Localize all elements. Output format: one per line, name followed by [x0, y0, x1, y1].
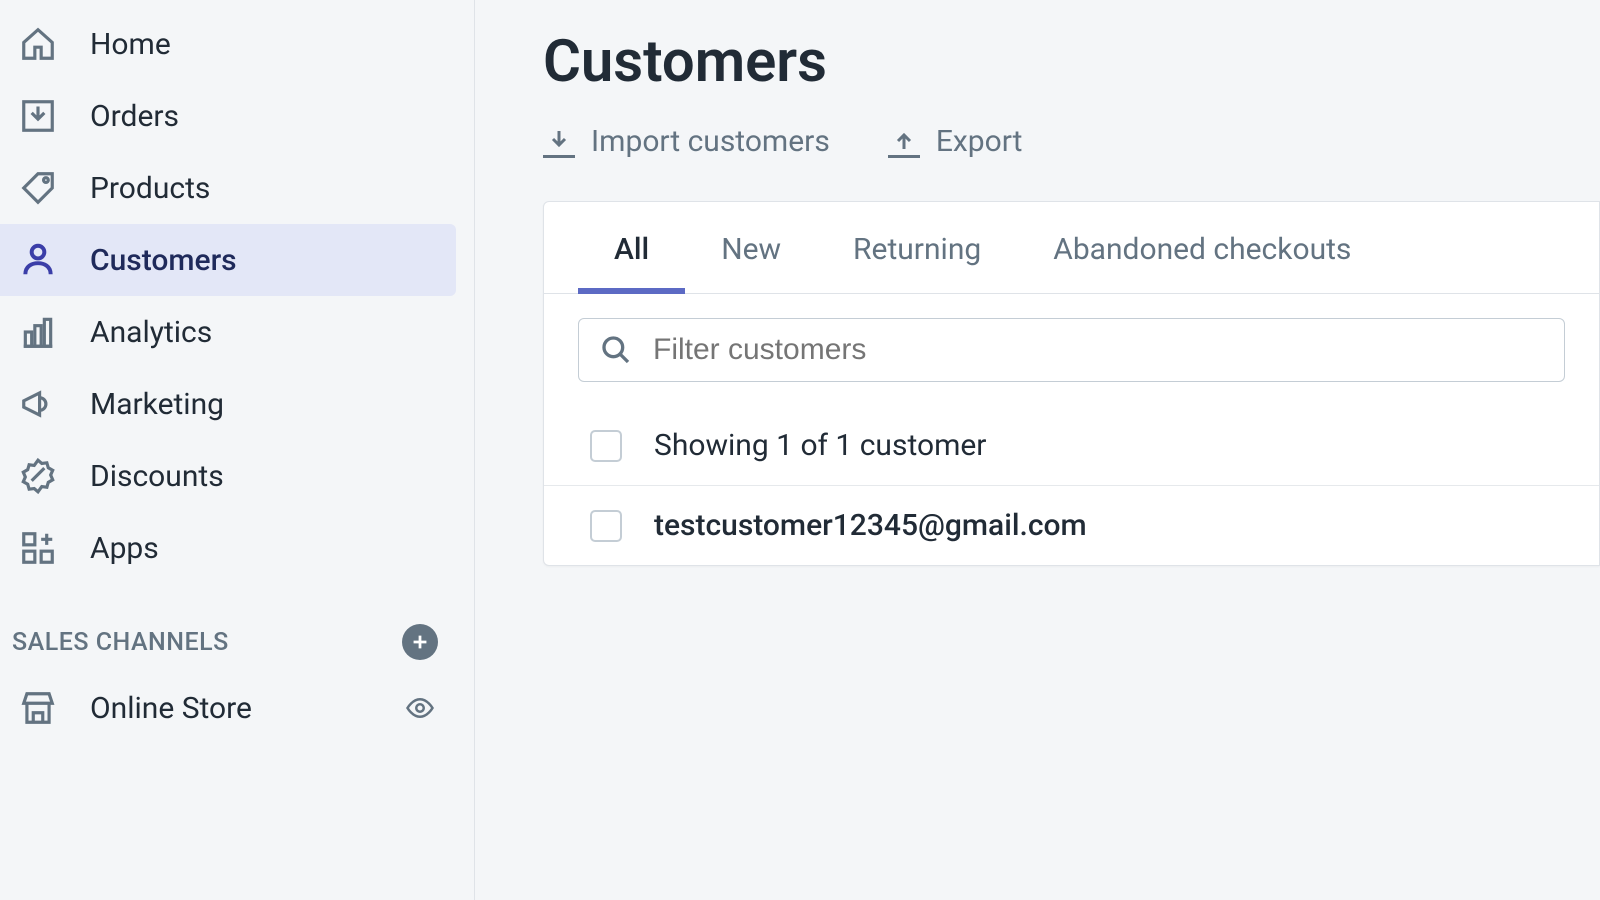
discount-icon: [18, 456, 58, 496]
view-store-button[interactable]: [402, 690, 438, 726]
sidebar-item-apps[interactable]: Apps: [0, 512, 456, 584]
tab-new[interactable]: New: [685, 202, 817, 293]
orders-icon: [18, 96, 58, 136]
main-content: Customers Import customers Export All Ne…: [475, 0, 1600, 900]
megaphone-icon: [18, 384, 58, 424]
import-customers-button[interactable]: Import customers: [543, 124, 830, 159]
sidebar-item-label: Apps: [90, 531, 159, 566]
sidebar-item-discounts[interactable]: Discounts: [0, 440, 456, 512]
add-channel-button[interactable]: [402, 624, 438, 660]
filter-row: [544, 294, 1599, 406]
channel-item-label: Online Store: [90, 691, 402, 726]
page-title: Customers: [543, 28, 1600, 96]
user-icon: [18, 240, 58, 280]
export-label: Export: [936, 124, 1023, 159]
import-label: Import customers: [591, 124, 830, 159]
sidebar: Home Orders Products Customers Analytics…: [0, 0, 475, 900]
export-button[interactable]: Export: [888, 124, 1023, 159]
sidebar-item-analytics[interactable]: Analytics: [0, 296, 456, 368]
export-icon: [888, 126, 920, 158]
sales-channels-header: SALES CHANNELS: [0, 584, 456, 672]
tab-returning[interactable]: Returning: [817, 202, 1017, 293]
sidebar-item-label: Orders: [90, 99, 179, 134]
sidebar-item-home[interactable]: Home: [0, 8, 456, 80]
tab-all[interactable]: All: [578, 202, 685, 293]
bar-chart-icon: [18, 312, 58, 352]
customers-card: All New Returning Abandoned checkouts Sh…: [543, 201, 1600, 566]
sidebar-item-label: Products: [90, 171, 210, 206]
home-icon: [18, 24, 58, 64]
sidebar-item-orders[interactable]: Orders: [0, 80, 456, 152]
sidebar-item-customers[interactable]: Customers: [0, 224, 456, 296]
sidebar-item-label: Home: [90, 27, 171, 62]
filter-input[interactable]: [653, 333, 1544, 367]
tab-abandoned-checkouts[interactable]: Abandoned checkouts: [1017, 202, 1387, 293]
filter-search-box[interactable]: [578, 318, 1565, 382]
sidebar-item-label: Marketing: [90, 387, 224, 422]
list-header: Showing 1 of 1 customer: [544, 406, 1599, 486]
store-icon: [18, 688, 58, 728]
row-checkbox[interactable]: [590, 510, 622, 542]
import-icon: [543, 126, 575, 158]
tag-icon: [18, 168, 58, 208]
sidebar-item-label: Analytics: [90, 315, 212, 350]
search-icon: [599, 333, 633, 367]
select-all-checkbox[interactable]: [590, 430, 622, 462]
sidebar-item-label: Discounts: [90, 459, 224, 494]
count-text: Showing 1 of 1 customer: [654, 428, 986, 463]
sales-channels-title: SALES CHANNELS: [12, 628, 229, 657]
sidebar-item-products[interactable]: Products: [0, 152, 456, 224]
tabs: All New Returning Abandoned checkouts: [544, 202, 1599, 294]
channel-item-online-store[interactable]: Online Store: [0, 672, 456, 744]
sidebar-item-marketing[interactable]: Marketing: [0, 368, 456, 440]
apps-icon: [18, 528, 58, 568]
sidebar-item-label: Customers: [90, 243, 237, 278]
page-actions: Import customers Export: [543, 124, 1600, 159]
customer-email: testcustomer12345@gmail.com: [654, 508, 1087, 543]
customer-row[interactable]: testcustomer12345@gmail.com: [544, 486, 1599, 565]
